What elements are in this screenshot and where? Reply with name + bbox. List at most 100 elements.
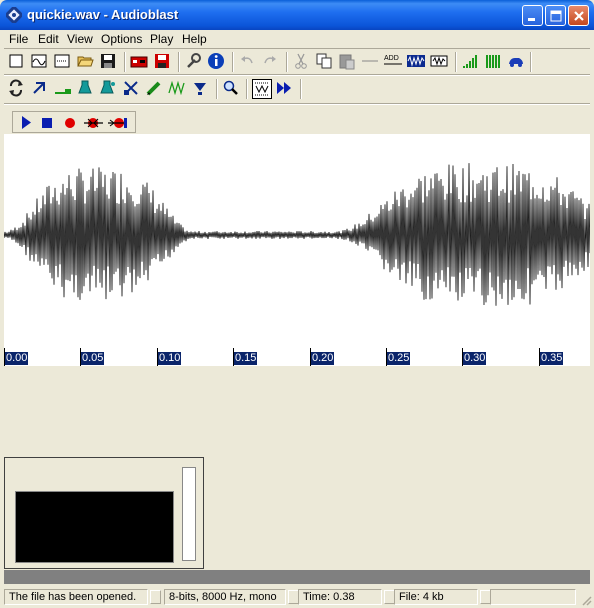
svg-text:ADD: ADD [384, 55, 399, 62]
ruler-label: 0.30 [463, 352, 487, 365]
pitch-button[interactable] [145, 79, 165, 99]
fade-in-button[interactable] [461, 52, 481, 72]
toolbar-separator [178, 52, 180, 72]
magnifier-icon [223, 80, 238, 95]
fade-icon [55, 89, 71, 94]
ruler-label: 0.15 [234, 352, 258, 365]
status-file-size: File: 4 kb [394, 589, 478, 605]
info-icon [208, 53, 224, 69]
fast-forward-button[interactable] [275, 79, 295, 99]
down-triangle-icon [194, 83, 206, 95]
ruler-label: 0.25 [387, 352, 411, 365]
speed-button[interactable] [507, 52, 527, 72]
zoom-button[interactable] [222, 79, 242, 99]
stop-button[interactable] [37, 114, 57, 131]
redo-icon [264, 56, 276, 64]
record-insert-button[interactable] [83, 114, 103, 131]
dotted-selection-icon [255, 82, 269, 96]
maximize-button[interactable] [545, 5, 566, 26]
horizontal-scrollbar[interactable] [4, 570, 590, 584]
cut-button[interactable] [292, 52, 312, 72]
play-icon [22, 116, 31, 129]
record-button[interactable] [60, 114, 80, 131]
ruler-label: 0.00 [5, 352, 29, 365]
record-to-file-button[interactable] [130, 52, 150, 72]
volume-ramp-icon [463, 55, 477, 68]
zigzag-icon [168, 80, 185, 96]
blank-page-icon [54, 54, 70, 68]
menu-play[interactable]: Play [150, 32, 173, 46]
loop-button[interactable] [7, 79, 27, 99]
vibrato-button[interactable] [168, 79, 188, 99]
waveform-trace [3, 163, 591, 306]
silence-button[interactable] [361, 52, 381, 72]
title-bar[interactable]: quickie.wav - Audioblast [0, 0, 594, 30]
wrench-icon [187, 53, 201, 68]
waveform-block-icon [407, 55, 425, 67]
app-icon [6, 7, 22, 23]
echo-button[interactable] [99, 79, 119, 99]
waveform-view[interactable] [3, 134, 591, 366]
menu-help[interactable]: Help [182, 32, 207, 46]
info-button[interactable] [207, 52, 227, 72]
play-button[interactable] [16, 114, 36, 131]
fast-forward-icon [277, 82, 291, 94]
toolbar-separator [300, 79, 302, 99]
fade-button[interactable] [53, 79, 73, 99]
level-meter-panel [4, 457, 204, 569]
car-icon [509, 58, 523, 67]
new-blank-button[interactable] [53, 52, 73, 72]
undo-button[interactable] [238, 52, 258, 72]
copy-button[interactable] [315, 52, 335, 72]
minimize-icon [528, 18, 535, 21]
waveform[interactable] [3, 134, 591, 348]
status-empty-panel [490, 589, 576, 605]
effects-button[interactable] [429, 52, 449, 72]
ruler-label: 0.05 [81, 352, 105, 365]
add-button[interactable]: ADD [383, 52, 403, 72]
bracket-wave-icon [430, 55, 448, 67]
menu-options[interactable]: Options [101, 32, 142, 46]
amplify-button[interactable] [484, 52, 504, 72]
status-time: Time: 0.38 [298, 589, 382, 605]
new-wave-icon [31, 54, 47, 68]
red-floppy-icon [155, 54, 169, 68]
record-append-button[interactable] [107, 114, 127, 131]
status-divider [150, 590, 161, 604]
reverse-button[interactable] [30, 79, 50, 99]
reverse-arrow-icon [33, 82, 45, 94]
undo-icon [241, 56, 253, 64]
mix-button[interactable] [406, 52, 426, 72]
lower-button[interactable] [191, 79, 211, 99]
floppy-disk-icon [101, 54, 115, 68]
filter-button[interactable] [76, 79, 96, 99]
toolbar-separator [232, 52, 234, 72]
record-icon [65, 118, 75, 128]
copy-icon [316, 53, 332, 69]
new-wave-button[interactable] [30, 52, 50, 72]
close-button[interactable] [568, 5, 589, 26]
flat-line-icon [362, 60, 378, 62]
effects-toolbar [0, 76, 594, 102]
red-device-icon [130, 56, 148, 68]
resize-grip-icon[interactable] [580, 594, 592, 606]
menu-view[interactable]: View [67, 32, 93, 46]
menu-file[interactable]: File [9, 32, 28, 46]
paste-button[interactable] [338, 52, 358, 72]
new-button[interactable] [7, 52, 27, 72]
toolbar-separator [216, 79, 218, 99]
menu-edit[interactable]: Edit [38, 32, 59, 46]
main-toolbar: ADD [0, 49, 594, 75]
open-button[interactable] [76, 52, 96, 72]
redo-button[interactable] [261, 52, 281, 72]
distort-button[interactable] [122, 79, 142, 99]
save-button[interactable] [99, 52, 119, 72]
crossed-tools-icon [124, 81, 138, 95]
properties-button[interactable] [184, 52, 204, 72]
volume-slider[interactable] [182, 467, 196, 561]
transport-bar [12, 111, 136, 133]
paste-icon [339, 54, 355, 70]
minimize-button[interactable] [522, 5, 543, 26]
select-all-button[interactable] [252, 79, 272, 99]
save-recording-button[interactable] [153, 52, 173, 72]
